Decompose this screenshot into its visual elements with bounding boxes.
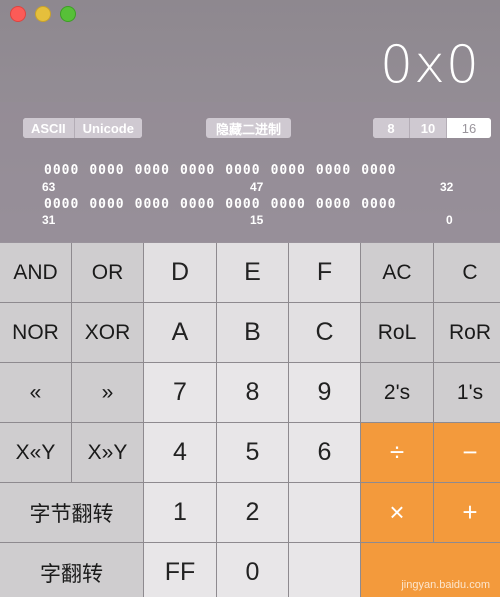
bit-group[interactable]: 0000 [135,197,170,212]
base-16-button[interactable]: 16 [447,118,491,138]
result-display: 0x0 [380,35,480,95]
bit-label-32: 32 [440,180,454,194]
bit-group[interactable]: 0000 [180,197,215,212]
or-key[interactable]: OR [72,243,143,302]
unicode-button[interactable]: Unicode [74,118,142,138]
bit-group[interactable]: 0000 [271,163,306,178]
bit-label-31: 31 [42,213,56,227]
xor-key[interactable]: XOR [72,303,143,362]
bit-group[interactable]: 0000 [316,163,351,178]
bit-group[interactable]: 0000 [225,163,260,178]
bit-label-63: 63 [42,180,56,194]
calculator-window: 0x0 ASCII Unicode 隐藏二进制 8 10 16 0000 0000… [0,0,500,597]
x-shift-right-y-key[interactable]: X»Y [72,423,143,482]
digit-3-key[interactable] [289,483,360,542]
hex-b-key[interactable]: B [217,303,288,362]
digit-6-key[interactable]: 6 [289,423,360,482]
byte-flip-key[interactable]: 字节翻转 [0,483,143,542]
plus-key[interactable]: + [434,483,500,542]
decimal-key[interactable] [289,543,360,597]
digit-1-key[interactable]: 1 [144,483,216,542]
nor-key[interactable]: NOR [0,303,71,362]
shift-right-key[interactable]: » [72,363,143,422]
hide-binary-button[interactable]: 隐藏二进制 [206,118,292,138]
hex-e-key[interactable]: E [217,243,288,302]
minus-key[interactable]: − [434,423,500,482]
rotate-left-key[interactable]: RoL [361,303,433,362]
all-clear-key[interactable]: AC [361,243,433,302]
base-selector: 8 10 16 [373,118,491,138]
display-mode-toggle: ASCII Unicode [23,118,142,138]
watermark: jingyan.baidu.com [401,579,490,591]
digit-7-key[interactable]: 7 [144,363,216,422]
base-10-button[interactable]: 10 [410,118,447,138]
ones-complement-key[interactable]: 1's [434,363,500,422]
bit-group[interactable]: 0000 [44,163,79,178]
bit-group[interactable]: 0000 [180,163,215,178]
bits-row-high: 0000 0000 0000 0000 0000 0000 0000 0000 [44,163,407,178]
bit-group[interactable]: 0000 [361,197,396,212]
digit-9-key[interactable]: 9 [289,363,360,422]
bit-group[interactable]: 0000 [271,197,306,212]
clear-key[interactable]: C [434,243,500,302]
digit-8-key[interactable]: 8 [217,363,288,422]
bit-group[interactable]: 0000 [316,197,351,212]
twos-complement-key[interactable]: 2's [361,363,433,422]
shift-left-key[interactable]: « [0,363,71,422]
multiply-key[interactable]: × [361,483,433,542]
hex-f-key[interactable]: F [289,243,360,302]
bit-label-47: 47 [250,180,264,194]
digit-0-key[interactable]: 0 [217,543,288,597]
keypad: AND OR D E F AC C NOR XOR A B C RoL RoR … [0,243,500,597]
rotate-right-key[interactable]: RoR [434,303,500,362]
hex-a-key[interactable]: A [144,303,216,362]
digit-5-key[interactable]: 5 [217,423,288,482]
hide-binary-control: 隐藏二进制 [206,118,292,138]
divide-key[interactable]: ÷ [361,423,433,482]
bit-group[interactable]: 0000 [44,197,79,212]
bit-label-0: 0 [446,213,453,227]
word-flip-key[interactable]: 字翻转 [0,543,143,597]
x-shift-left-y-key[interactable]: X«Y [0,423,71,482]
hex-c-key[interactable]: C [289,303,360,362]
and-key[interactable]: AND [0,243,71,302]
bits-row-low: 0000 0000 0000 0000 0000 0000 0000 0000 [44,197,407,212]
bit-group[interactable]: 0000 [225,197,260,212]
digit-2-key[interactable]: 2 [217,483,288,542]
bit-group[interactable]: 0000 [89,163,124,178]
bit-group[interactable]: 0000 [361,163,396,178]
hex-d-key[interactable]: D [144,243,216,302]
bit-group[interactable]: 0000 [135,163,170,178]
zoom-window-button[interactable] [60,6,76,22]
close-window-button[interactable] [10,6,26,22]
minimize-window-button[interactable] [35,6,51,22]
base-8-button[interactable]: 8 [373,118,410,138]
digit-4-key[interactable]: 4 [144,423,216,482]
ascii-button[interactable]: ASCII [23,118,75,138]
bit-label-15: 15 [250,213,264,227]
ff-key[interactable]: FF [144,543,216,597]
bit-group[interactable]: 0000 [89,197,124,212]
